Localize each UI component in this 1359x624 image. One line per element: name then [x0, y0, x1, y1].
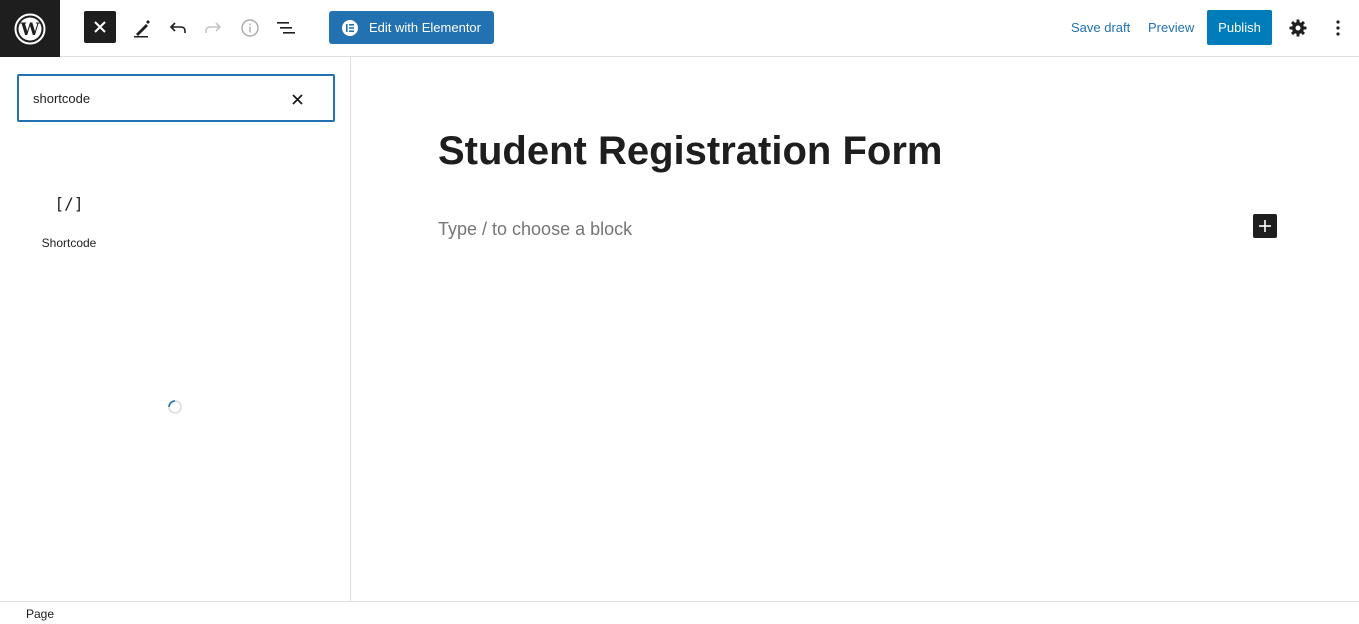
list-view-button[interactable] — [269, 12, 302, 44]
undo-icon — [169, 22, 186, 33]
svg-text:W: W — [19, 20, 40, 40]
block-appender-placeholder[interactable]: Type / to choose a block — [438, 219, 632, 240]
close-icon — [94, 21, 106, 33]
elementor-button-label: Edit with Elementor — [369, 20, 481, 35]
post-title[interactable]: Student Registration Form — [438, 129, 942, 174]
block-result-label: Shortcode — [41, 236, 97, 250]
editor-canvas: Student Registration Form Type / to choo… — [351, 57, 1359, 601]
details-button[interactable] — [233, 12, 266, 44]
list-view-icon — [276, 22, 295, 34]
editor-header: W Edit with Elementor Save draft Preview… — [0, 0, 1359, 57]
redo-icon — [204, 22, 221, 33]
block-inserter-panel: [/] Shortcode — [0, 57, 351, 601]
undo-button[interactable] — [161, 12, 194, 44]
save-draft-button[interactable]: Save draft — [1071, 20, 1130, 35]
close-icon — [291, 93, 303, 105]
options-button[interactable] — [1322, 12, 1354, 44]
pencil-icon — [133, 20, 150, 38]
gear-icon — [1289, 19, 1306, 37]
block-search — [17, 74, 335, 122]
preview-button[interactable]: Preview — [1148, 20, 1194, 35]
publish-button[interactable]: Publish — [1207, 10, 1272, 45]
vertical-ellipsis-icon — [1336, 20, 1340, 36]
wordpress-logo-button[interactable]: W — [0, 0, 60, 57]
add-block-button[interactable] — [1253, 214, 1277, 238]
shortcode-icon: [/] — [54, 194, 84, 213]
block-search-input[interactable] — [33, 89, 273, 107]
edit-with-elementor-button[interactable]: Edit with Elementor — [329, 11, 494, 44]
tools-button[interactable] — [125, 12, 158, 44]
plus-icon — [1259, 220, 1271, 232]
close-inserter-button[interactable] — [84, 11, 116, 43]
breadcrumb-page[interactable]: Page — [26, 607, 54, 621]
elementor-icon — [342, 19, 358, 36]
redo-button[interactable] — [196, 12, 229, 44]
editor-footer: Page — [0, 601, 1359, 624]
settings-button[interactable] — [1281, 12, 1314, 44]
wordpress-logo-icon: W — [14, 13, 46, 44]
info-icon — [240, 19, 259, 37]
spinner-icon — [168, 400, 182, 414]
block-result-shortcode[interactable]: [/] Shortcode — [24, 182, 114, 262]
clear-search-button[interactable] — [285, 88, 309, 110]
